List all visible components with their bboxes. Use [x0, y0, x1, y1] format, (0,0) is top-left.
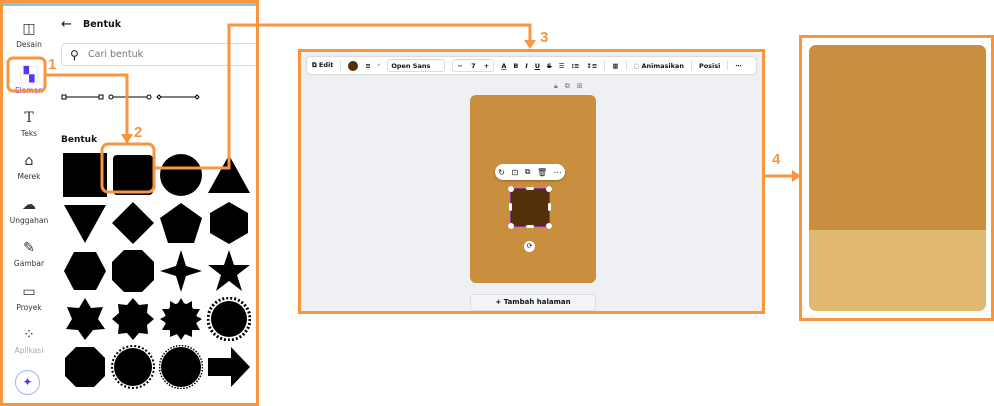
highlight-rounded-square [100, 142, 156, 194]
step-label-3: 3 [540, 29, 549, 46]
highlight-elemen [6, 56, 47, 93]
step-arrows [6, 23, 801, 194]
step-label-4: 4 [772, 151, 781, 168]
step-label-2: 2 [134, 124, 143, 141]
step-label-1: 1 [48, 56, 57, 73]
arrow-1-2 [45, 73, 129, 138]
arrow-2-3 [154, 23, 532, 170]
